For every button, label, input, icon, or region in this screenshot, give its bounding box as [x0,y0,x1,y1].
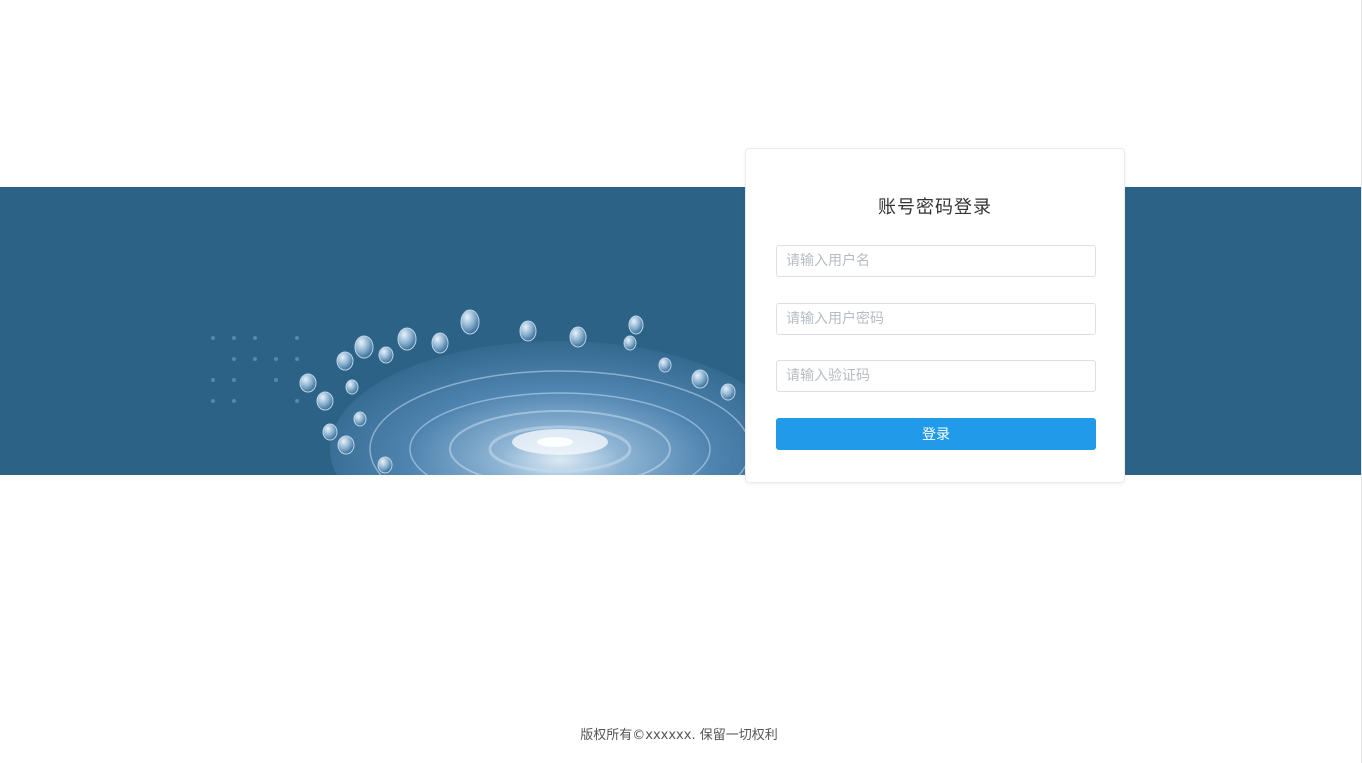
decorative-dots [211,336,299,403]
page-footer: 版权所有©xxxxxx. 保留一切权利 [0,724,1362,743]
login-button[interactable]: 登录 [776,418,1096,450]
username-input[interactable] [776,245,1096,277]
captcha-input[interactable] [776,360,1096,392]
login-card: 账号密码登录 登录 [745,148,1125,483]
login-page: 账号密码登录 登录 版权所有©xxxxxx. 保留一切权利 [0,0,1362,763]
copyright-text: 版权所有©xxxxxx. 保留一切权利 [580,728,778,743]
water-splash-illustration [211,309,790,475]
login-title: 账号密码登录 [878,197,992,218]
password-input[interactable] [776,303,1096,335]
hero-banner [0,187,1361,475]
